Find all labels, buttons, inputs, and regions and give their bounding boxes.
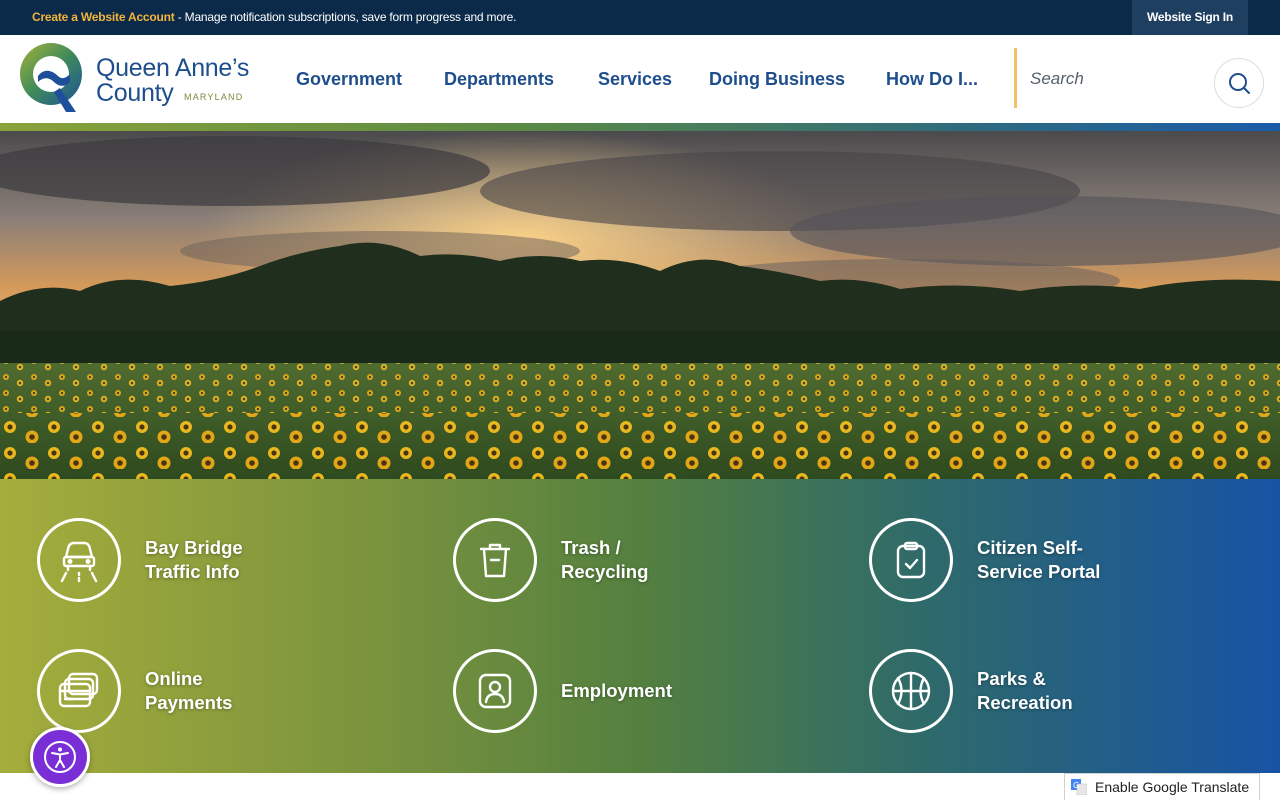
website-sign-in-button[interactable]: Website Sign In xyxy=(1132,0,1248,35)
county-logo[interactable]: Queen Anne’s County MARYLAND xyxy=(18,42,268,116)
quick-link-label: Bay Bridge Traffic Info xyxy=(145,537,243,582)
quick-link-circle xyxy=(869,518,953,602)
quick-link-label: Trash / Recycling xyxy=(561,537,649,582)
quick-link-label: Parks & Recreation xyxy=(977,668,1073,713)
nav-government[interactable]: Government xyxy=(296,35,402,123)
header-gradient-stripe xyxy=(0,123,1280,131)
quick-link-label: Online Payments xyxy=(145,668,233,713)
accessibility-button[interactable] xyxy=(30,727,90,787)
clipboard-check-icon xyxy=(896,541,926,579)
car-icon xyxy=(60,541,98,583)
quick-link-circle xyxy=(869,649,953,733)
nav-how-do-i[interactable]: How Do I... xyxy=(886,35,978,123)
county-logo-icon xyxy=(20,43,82,112)
site-header: Queen Anne’s County MARYLAND Government … xyxy=(0,35,1280,123)
search-divider xyxy=(1014,48,1017,108)
basketball-icon xyxy=(891,671,931,711)
account-message-text: - Manage notification subscriptions, sav… xyxy=(174,10,517,24)
nav-services[interactable]: Services xyxy=(598,35,672,123)
person-badge-icon xyxy=(478,673,512,709)
google-translate-label: Enable Google Translate xyxy=(1095,779,1250,795)
google-translate-icon: G xyxy=(1071,779,1087,795)
google-translate-button[interactable]: G Enable Google Translate xyxy=(1064,773,1260,800)
nav-departments[interactable]: Departments xyxy=(444,35,554,123)
quick-link-bay-bridge[interactable]: Bay Bridge Traffic Info xyxy=(37,518,297,602)
quick-link-circle xyxy=(37,518,121,602)
quick-link-employment[interactable]: Employment xyxy=(453,649,713,733)
create-account-link[interactable]: Create a Website Account xyxy=(32,10,175,24)
hero-landscape xyxy=(0,131,1280,479)
top-utility-bar: Create a Website Account - Manage notifi… xyxy=(0,0,1280,35)
search-icon xyxy=(1229,73,1250,94)
quick-link-online-payments[interactable]: Online Payments xyxy=(37,649,297,733)
quick-link-citizen-self-service[interactable]: Citizen Self- Service Portal xyxy=(869,518,1149,602)
quick-link-trash-recycling[interactable]: Trash / Recycling xyxy=(453,518,713,602)
account-message: Create a Website Account - Manage notifi… xyxy=(32,0,516,35)
quick-link-circle xyxy=(37,649,121,733)
nav-doing-business[interactable]: Doing Business xyxy=(709,35,845,123)
hero-image-sunflower-field xyxy=(0,131,1280,479)
quick-link-circle xyxy=(453,649,537,733)
accessibility-icon xyxy=(44,741,76,773)
logo-name-line2: County xyxy=(96,79,174,107)
quick-link-label: Citizen Self- Service Portal xyxy=(977,537,1101,582)
quick-links-panel: Bay Bridge Traffic Info Trash / Recyclin… xyxy=(0,479,1280,773)
quick-link-parks-recreation[interactable]: Parks & Recreation xyxy=(869,649,1129,733)
trash-can-icon xyxy=(479,543,511,578)
search-input[interactable] xyxy=(1030,59,1200,99)
quick-link-circle xyxy=(453,518,537,602)
search-button[interactable] xyxy=(1214,58,1264,108)
quick-link-label: Employment xyxy=(561,680,673,701)
credit-cards-icon xyxy=(58,672,99,708)
logo-state: MARYLAND xyxy=(184,92,244,102)
svg-text:G: G xyxy=(1073,781,1079,790)
